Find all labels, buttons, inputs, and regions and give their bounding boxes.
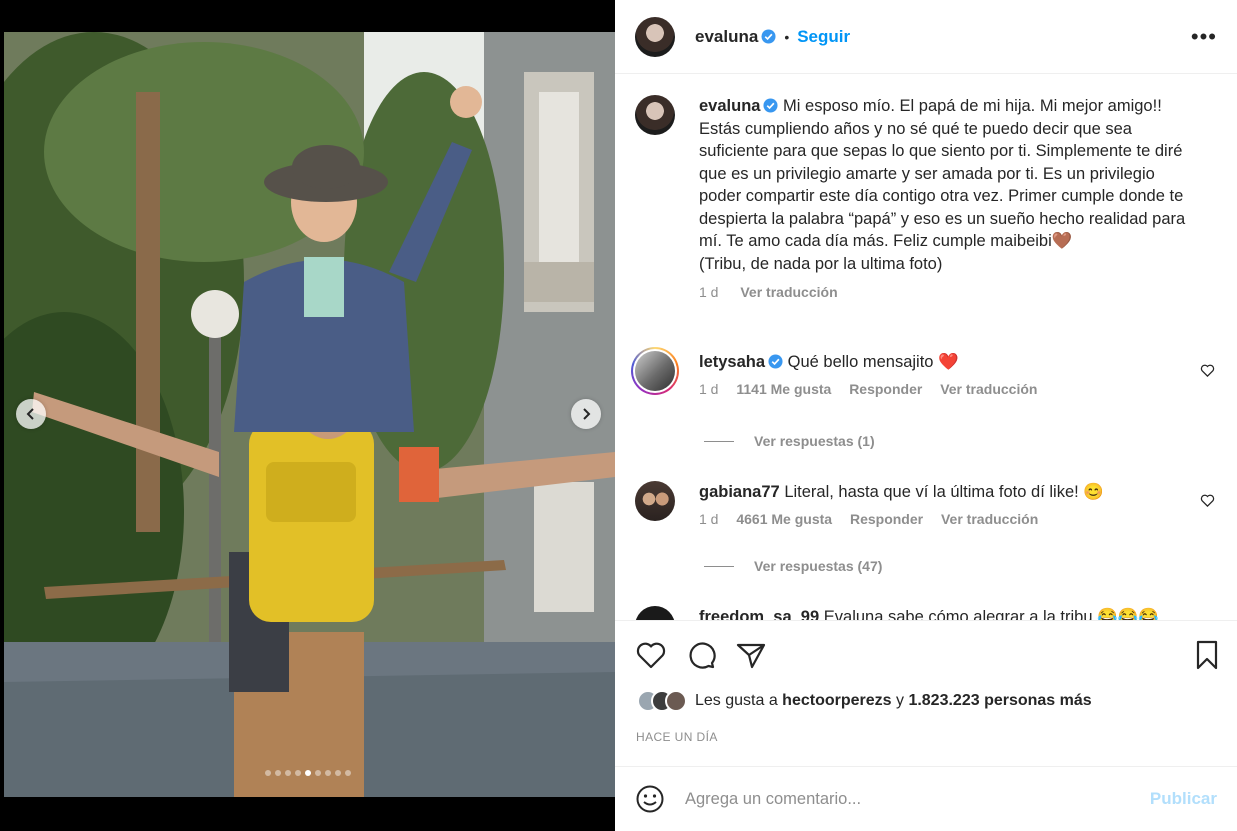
follow-button[interactable]: Seguir [797, 27, 850, 47]
comment-text: letysaha Qué bello mensajito ❤️ [699, 351, 1179, 373]
liker-username[interactable]: hectoorperezs [782, 692, 891, 709]
comment-body: Evaluna sabe cómo alegrar a la tribu 😂😂😂 [823, 608, 1159, 620]
comment-item: letysaha Qué bello mensajito ❤️ 1 d 1141… [631, 347, 1215, 397]
comments-section[interactable]: evaluna Mi esposo mío. El papá de mi hij… [615, 75, 1237, 620]
likes-middle: y [891, 692, 909, 709]
next-photo-button[interactable] [571, 399, 601, 429]
carousel-dot [324, 770, 331, 776]
author-avatar[interactable] [635, 16, 675, 57]
carousel-dot [264, 770, 271, 776]
photo-illustration [4, 32, 615, 797]
author-username[interactable]: evaluna [695, 27, 758, 47]
carousel-dot [284, 770, 291, 776]
separator-dot: • [784, 28, 790, 45]
commenter-avatar [635, 351, 675, 391]
view-replies-button[interactable]: Ver respuestas (1) [704, 433, 875, 449]
liker-avatar [665, 690, 687, 712]
more-options-icon[interactable]: ••• [1191, 25, 1217, 48]
caption-time[interactable]: 1 d [699, 284, 718, 300]
likes-text: Les gusta a hectoorperezs y 1.823.223 pe… [695, 692, 1092, 710]
comment-text: gabiana77 Literal, hasta que ví la últim… [699, 481, 1179, 503]
caption-body: Mi esposo mío. El papá de mi hija. Mi me… [699, 97, 1186, 273]
comment-username[interactable]: freedom_sa_99 [699, 608, 819, 620]
story-ring[interactable] [631, 347, 679, 395]
post-header: evaluna • Seguir ••• [615, 0, 1237, 74]
post-timestamp[interactable]: HACE UN DÍA [636, 730, 718, 744]
save-bookmark-icon[interactable] [1191, 639, 1223, 671]
view-replies-label: Ver respuestas (1) [754, 433, 875, 449]
comment-text: freedom_sa_99 Evaluna sabe cómo alegrar … [699, 606, 1179, 620]
carousel-dot [344, 770, 351, 776]
add-comment-bar: Publicar [615, 766, 1237, 831]
comment-likes[interactable]: 1141 Me gusta [736, 381, 831, 397]
likes-summary: Les gusta a hectoorperezs y 1.823.223 pe… [637, 690, 1092, 712]
view-replies-button[interactable]: Ver respuestas (47) [704, 558, 882, 574]
post-actions: Les gusta a hectoorperezs y 1.823.223 pe… [615, 620, 1237, 766]
chevron-left-icon [26, 408, 34, 420]
previous-photo-button[interactable] [16, 399, 46, 429]
carousel-dot [294, 770, 301, 776]
translate-button[interactable]: Ver traducción [941, 511, 1038, 527]
comment-item: freedom_sa_99 Evaluna sabe cómo alegrar … [635, 606, 1215, 620]
carousel-dot [274, 770, 281, 776]
carousel-dot [314, 770, 321, 776]
post-details-panel: evaluna • Seguir ••• evaluna Mi esposo m… [615, 0, 1237, 831]
carousel-indicator [0, 770, 615, 776]
comment-likes[interactable]: 4661 Me gusta [736, 511, 832, 527]
caption-text: evaluna Mi esposo mío. El papá de mi hij… [699, 95, 1199, 275]
share-paper-plane-icon[interactable] [735, 639, 767, 671]
comment-bubble-icon[interactable] [685, 639, 717, 671]
carousel-dot [334, 770, 341, 776]
commenter-avatar[interactable] [635, 606, 675, 620]
comment-time[interactable]: 1 d [699, 381, 718, 397]
replies-divider-line [704, 440, 734, 442]
comment-body: Qué bello mensajito ❤️ [787, 353, 959, 371]
caption-meta: 1 d Ver traducción [699, 284, 1199, 300]
caption-author-avatar[interactable] [635, 95, 675, 135]
action-icons-row [635, 639, 1219, 671]
post-photo[interactable] [4, 32, 615, 797]
post-media [0, 0, 615, 831]
likes-prefix: Les gusta a [695, 692, 783, 709]
emoji-icon[interactable] [635, 784, 665, 814]
carousel-dot [304, 770, 311, 776]
comment-username[interactable]: gabiana77 [699, 483, 780, 501]
post-caption: evaluna Mi esposo mío. El papá de mi hij… [635, 95, 1215, 300]
comment-item: gabiana77 Literal, hasta que ví la últim… [635, 481, 1215, 527]
view-replies-label: Ver respuestas (47) [754, 558, 883, 574]
comment-meta: 1 d 1141 Me gusta Responder Ver traducci… [699, 381, 1179, 397]
translate-button[interactable]: Ver traducción [940, 381, 1037, 397]
commenter-avatar[interactable] [635, 481, 675, 521]
comment-input[interactable] [685, 789, 1115, 809]
comment-time[interactable]: 1 d [699, 511, 718, 527]
comment-body: Literal, hasta que ví la última foto dí … [784, 483, 1104, 501]
comment-username[interactable]: letysaha [699, 353, 765, 371]
chevron-right-icon [583, 408, 591, 420]
reply-button[interactable]: Responder [849, 381, 922, 397]
caption-author-username[interactable]: evaluna [699, 97, 760, 115]
verified-badge-icon [761, 29, 776, 44]
caption-translate-button[interactable]: Ver traducción [740, 284, 837, 300]
likes-count[interactable]: 1.823.223 personas más [908, 692, 1091, 709]
verified-badge-icon [768, 354, 783, 369]
publish-button[interactable]: Publicar [1150, 789, 1217, 809]
like-heart-icon[interactable] [635, 639, 667, 671]
like-comment-heart-icon[interactable] [1200, 493, 1215, 508]
comment-meta: 1 d 4661 Me gusta Responder Ver traducci… [699, 511, 1179, 527]
reply-button[interactable]: Responder [850, 511, 923, 527]
verified-badge-icon [763, 98, 778, 113]
replies-divider-line [704, 565, 734, 567]
like-comment-heart-icon[interactable] [1200, 363, 1215, 378]
